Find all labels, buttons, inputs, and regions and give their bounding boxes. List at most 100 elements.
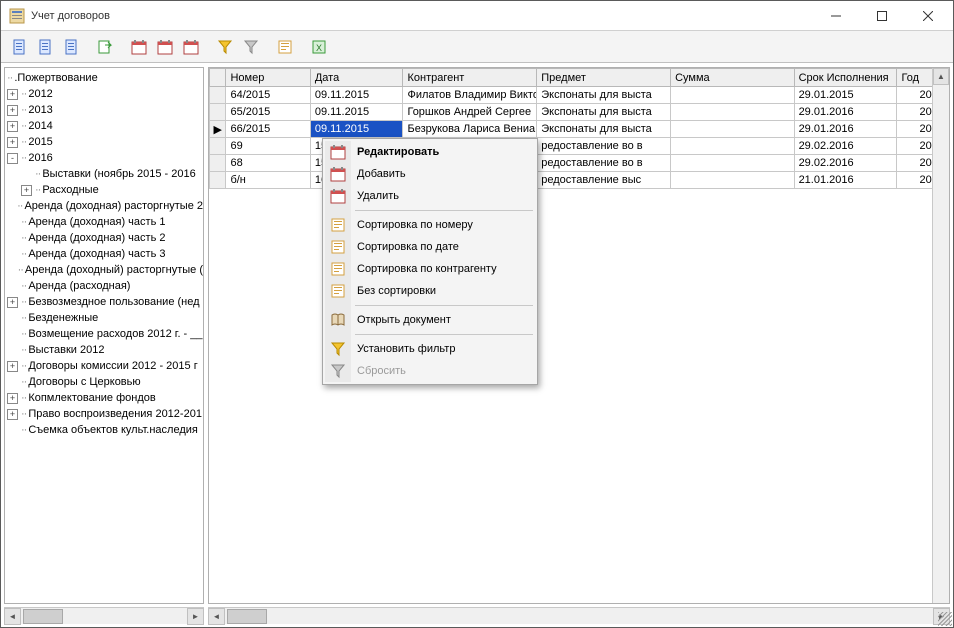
- contracts-table[interactable]: НомерДатаКонтрагентПредметСуммаСрок Испо…: [209, 68, 949, 189]
- tree-item[interactable]: +··Договоры комиссии 2012 - 2015 г: [5, 358, 203, 374]
- table-cell[interactable]: 29.01.2016: [794, 121, 897, 138]
- toolbar-excel-export-button[interactable]: X: [307, 35, 331, 59]
- table-row[interactable]: 6915.1редоставление во в29.02.20162015: [210, 138, 949, 155]
- table-row[interactable]: б/н16.1редоставление выс21.01.20162015: [210, 172, 949, 189]
- scroll-thumb[interactable]: [23, 609, 63, 624]
- tree-item[interactable]: ··Безденежные: [5, 310, 203, 326]
- tree-item[interactable]: ··Аренда (доходный) расторгнутые (: [5, 262, 203, 278]
- tree-item[interactable]: ··Выставки (ноябрь 2015 - 2016: [5, 166, 203, 182]
- table-row[interactable]: 64/201509.11.2015Филатов Владимир ВиктоЭ…: [210, 87, 949, 104]
- table-cell[interactable]: 21.01.2016: [794, 172, 897, 189]
- menu-item[interactable]: Открыть документ: [325, 309, 535, 331]
- table-cell[interactable]: редоставление во в: [537, 138, 671, 155]
- tree-item[interactable]: ··Аренда (доходная) расторгнутые 2: [5, 198, 203, 214]
- expander-icon[interactable]: +: [7, 409, 18, 420]
- toolbar-cal-red-2-button[interactable]: [153, 35, 177, 59]
- table-cell[interactable]: б/н: [226, 172, 310, 189]
- table-cell[interactable]: 09.11.2015: [310, 87, 403, 104]
- menu-item[interactable]: Сортировка по номеру: [325, 214, 535, 236]
- close-button[interactable]: [905, 1, 951, 30]
- vertical-scrollbar[interactable]: ▲: [932, 68, 949, 603]
- table-cell[interactable]: 09.11.2015: [310, 104, 403, 121]
- expander-icon[interactable]: +: [7, 361, 18, 372]
- tree-item[interactable]: ··Аренда (доходная) часть 2: [5, 230, 203, 246]
- table-cell[interactable]: Экспонаты для выста: [537, 104, 671, 121]
- toolbar-doc-blue-1-button[interactable]: [7, 35, 31, 59]
- table-cell[interactable]: 29.02.2016: [794, 138, 897, 155]
- table-cell[interactable]: Экспонаты для выста: [537, 87, 671, 104]
- table-cell[interactable]: [671, 155, 795, 172]
- tree-item[interactable]: +··2013: [5, 102, 203, 118]
- expander-icon[interactable]: +: [7, 105, 18, 116]
- toolbar-sort-sheet-button[interactable]: [273, 35, 297, 59]
- toolbar-doc-blue-3-button[interactable]: [59, 35, 83, 59]
- expander-icon[interactable]: +: [7, 297, 18, 308]
- table-cell[interactable]: Филатов Владимир Викто: [403, 87, 537, 104]
- tree-item[interactable]: +··Безвозмездное пользование (нед: [5, 294, 203, 310]
- scroll-left-icon[interactable]: ◄: [4, 608, 21, 625]
- toolbar-doc-blue-2-button[interactable]: [33, 35, 57, 59]
- expander-icon[interactable]: +: [7, 393, 18, 404]
- tree-item[interactable]: +··2012: [5, 86, 203, 102]
- table-row[interactable]: ▶66/201509.11.2015Безрукова Лариса Вениа…: [210, 121, 949, 138]
- menu-item[interactable]: Сортировка по дате: [325, 236, 535, 258]
- tree-scroll[interactable]: ··.Пожертвование+··2012+··2013+··2014+··…: [5, 68, 203, 603]
- table-cell[interactable]: 09.11.2015: [310, 121, 403, 138]
- column-header[interactable]: Контрагент: [403, 69, 537, 87]
- scroll-right-icon[interactable]: ►: [187, 608, 204, 625]
- table-cell[interactable]: редоставление во в: [537, 155, 671, 172]
- expander-icon[interactable]: +: [7, 137, 18, 148]
- tree-item[interactable]: +··Копмлектование фондов: [5, 390, 203, 406]
- tree-item[interactable]: -··2016: [5, 150, 203, 166]
- column-header[interactable]: Номер: [226, 69, 310, 87]
- column-header[interactable]: Дата: [310, 69, 403, 87]
- resize-grip[interactable]: [938, 612, 952, 626]
- menu-item[interactable]: Добавить: [325, 163, 535, 185]
- tree-item[interactable]: ··Договоры с Церковью: [5, 374, 203, 390]
- tree-item[interactable]: +··Расходные: [5, 182, 203, 198]
- column-header[interactable]: Предмет: [537, 69, 671, 87]
- tree-item[interactable]: +··2014: [5, 118, 203, 134]
- table-cell[interactable]: 65/2015: [226, 104, 310, 121]
- table-cell[interactable]: 69: [226, 138, 310, 155]
- table-cell[interactable]: 68: [226, 155, 310, 172]
- scroll-thumb[interactable]: [227, 609, 267, 624]
- table-cell[interactable]: Горшков Андрей Сергее: [403, 104, 537, 121]
- menu-item[interactable]: Удалить: [325, 185, 535, 207]
- toolbar-cal-red-3-button[interactable]: [179, 35, 203, 59]
- toolbar-filter-yellow-button[interactable]: [213, 35, 237, 59]
- table-cell[interactable]: 66/2015: [226, 121, 310, 138]
- table-row[interactable]: 65/201509.11.2015Горшков Андрей СергееЭк…: [210, 104, 949, 121]
- table-cell[interactable]: [671, 121, 795, 138]
- table-cell[interactable]: Экспонаты для выста: [537, 121, 671, 138]
- table-cell[interactable]: [671, 87, 795, 104]
- expander-icon[interactable]: +: [7, 121, 18, 132]
- menu-item[interactable]: Сортировка по контрагенту: [325, 258, 535, 280]
- table-cell[interactable]: [671, 138, 795, 155]
- menu-item[interactable]: Без сортировки: [325, 280, 535, 302]
- table-cell[interactable]: [671, 172, 795, 189]
- tree-item[interactable]: ··Выставки 2012: [5, 342, 203, 358]
- tree-item[interactable]: +··Право воспроизведения 2012-201: [5, 406, 203, 422]
- tree-item[interactable]: ··Аренда (расходная): [5, 278, 203, 294]
- table-cell[interactable]: [671, 104, 795, 121]
- column-header[interactable]: Сумма: [671, 69, 795, 87]
- scroll-up-icon[interactable]: ▲: [933, 68, 949, 85]
- table-cell[interactable]: 29.02.2016: [794, 155, 897, 172]
- table-cell[interactable]: редоставление выс: [537, 172, 671, 189]
- tree-item[interactable]: +··2015: [5, 134, 203, 150]
- expander-icon[interactable]: -: [7, 153, 18, 164]
- table-cell[interactable]: 64/2015: [226, 87, 310, 104]
- tree-item[interactable]: ··Аренда (доходная) часть 1: [5, 214, 203, 230]
- table-cell[interactable]: Безрукова Лариса Вениа: [403, 121, 537, 138]
- maximize-button[interactable]: [859, 1, 905, 30]
- menu-item[interactable]: Установить фильтр: [325, 338, 535, 360]
- minimize-button[interactable]: [813, 1, 859, 30]
- column-header[interactable]: Срок Исполнения: [794, 69, 897, 87]
- table-cell[interactable]: 29.01.2015: [794, 87, 897, 104]
- expander-icon[interactable]: +: [21, 185, 32, 196]
- toolbar-cal-red-1-button[interactable]: [127, 35, 151, 59]
- scroll-left-icon[interactable]: ◄: [208, 608, 225, 625]
- table-row[interactable]: 6815.1редоставление во в29.02.20162015: [210, 155, 949, 172]
- tree-item[interactable]: ··Возмещение расходов 2012 г. - __: [5, 326, 203, 342]
